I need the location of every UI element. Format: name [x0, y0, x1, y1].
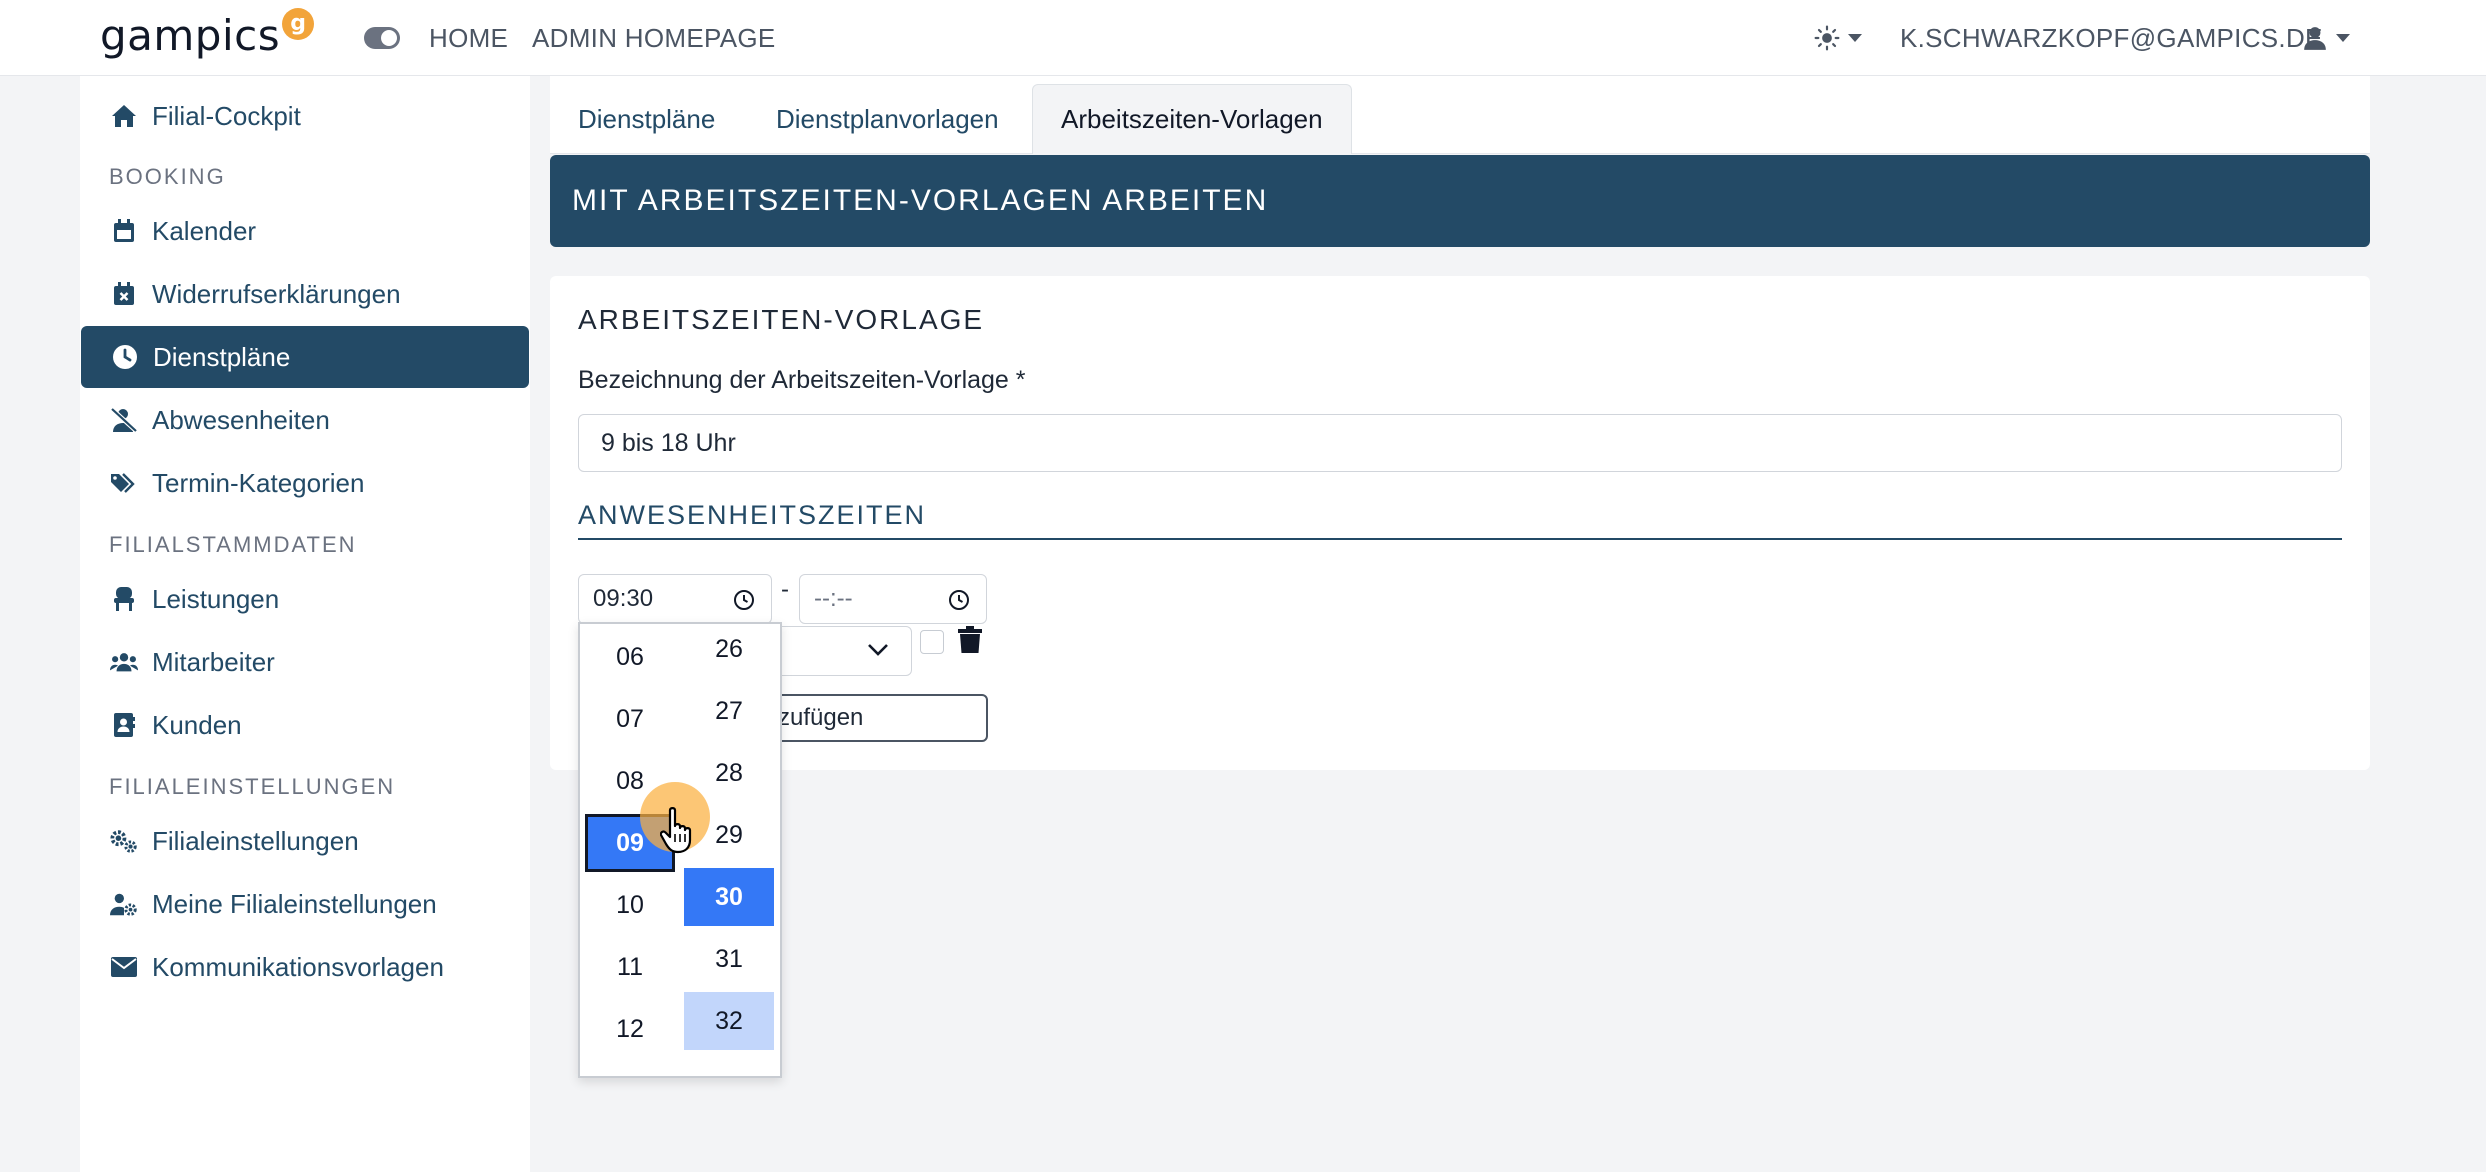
sidebar-item-label: Dienstpläne: [153, 341, 291, 372]
sidebar-item-mitarbeiter[interactable]: Mitarbeiter: [80, 631, 530, 693]
user-menu[interactable]: [2302, 22, 2350, 54]
page-title-banner: MIT ARBEITSZEITEN-VORLAGEN ARBEITEN: [550, 155, 2370, 247]
gears-icon: [110, 827, 138, 855]
hour-option[interactable]: 06: [585, 628, 675, 686]
sidebar-item-meine-filialeinstellungen[interactable]: Meine Filialeinstellungen: [80, 873, 530, 935]
tab-dienstplaene[interactable]: Dienstpläne: [550, 84, 743, 154]
section-title-anwesenheitszeiten: ANWESENHEITSZEITEN: [578, 500, 927, 530]
trash-icon[interactable]: [958, 626, 982, 654]
sidebar-item-filialeinstellungen[interactable]: Filialeinstellungen: [80, 810, 530, 872]
user-email[interactable]: K.SCHWARZKOPF@GAMPICS.DE: [1900, 20, 2323, 56]
sidebar-item-label: Kalender: [152, 215, 257, 246]
sun-icon: [1814, 25, 1840, 51]
tab-bar: Dienstpläne Dienstplanvorlagen Arbeitsze…: [550, 76, 2370, 154]
clock-icon: [111, 343, 139, 371]
sidebar-toggle[interactable]: [364, 27, 400, 49]
users-icon: [110, 648, 138, 676]
template-name-input[interactable]: [578, 414, 2342, 472]
sidebar-item-abwesenheiten[interactable]: Abwesenheiten: [80, 389, 530, 451]
contact-book-icon: [110, 711, 138, 739]
hour-option[interactable]: 11: [585, 938, 675, 996]
sidebar-item-filial-cockpit[interactable]: Filial-Cockpit: [80, 85, 530, 147]
sidebar-item-label: Termin-Kategorien: [152, 467, 365, 498]
sidebar-item-label: Widerrufserklärungen: [152, 278, 401, 309]
user-gear-icon: [110, 890, 138, 918]
section-divider: [578, 538, 2342, 540]
sidebar-item-label: Filial-Cockpit: [152, 100, 301, 131]
sidebar-heading-filialstammdaten: FILIALSTAMMDATEN: [109, 532, 357, 557]
row-checkbox[interactable]: [920, 630, 944, 654]
sidebar-item-label: Kunden: [152, 709, 242, 740]
sidebar-item-kunden[interactable]: Kunden: [80, 694, 530, 756]
caret-down-icon: [2336, 34, 2350, 42]
time-to-input[interactable]: --:--: [799, 574, 987, 624]
sidebar-item-widerrufserklaerungen[interactable]: Widerrufserklärungen: [80, 263, 530, 325]
template-form-card: ARBEITSZEITEN-VORLAGE Bezeichnung der Ar…: [550, 276, 2370, 770]
name-field-label: Bezeichnung der Arbeitszeiten-Vorlage *: [578, 366, 1026, 394]
chair-icon: [110, 585, 138, 613]
caret-down-icon: [1848, 34, 1862, 42]
sidebar-item-label: Meine Filialeinstellungen: [152, 888, 437, 919]
clock-icon[interactable]: [733, 589, 755, 611]
chevron-down-icon: [868, 644, 888, 656]
hand-pointer-icon: [660, 807, 692, 854]
tags-icon: [110, 469, 138, 497]
clock-icon[interactable]: [948, 589, 970, 611]
time-to-placeholder: --:--: [814, 585, 853, 612]
minute-option[interactable]: 27: [684, 682, 774, 740]
calendar-icon: [110, 217, 138, 245]
sidebar-item-kalender[interactable]: Kalender: [80, 200, 530, 262]
sidebar-item-label: Leistungen: [152, 583, 280, 614]
sidebar-item-termin-kategorien[interactable]: Termin-Kategorien: [80, 452, 530, 514]
hour-option[interactable]: 10: [585, 876, 675, 934]
minute-option-hovered[interactable]: 32: [684, 992, 774, 1050]
sidebar-item-leistungen[interactable]: Leistungen: [80, 568, 530, 630]
hour-option[interactable]: 12: [585, 1000, 675, 1058]
card-title: ARBEITSZEITEN-VORLAGE: [578, 304, 985, 335]
sidebar-item-kommunikationsvorlagen[interactable]: Kommunikationsvorlagen: [80, 936, 530, 998]
nav-home-link[interactable]: HOME: [429, 20, 508, 56]
sidebar-item-label: Kommunikationsvorlagen: [152, 951, 444, 982]
brand-name: gampics: [100, 11, 281, 60]
sidebar-item-label: Filialeinstellungen: [152, 825, 359, 856]
time-separator: -: [781, 576, 789, 603]
hour-option[interactable]: 07: [585, 690, 675, 748]
sidebar-item-label: Abwesenheiten: [152, 404, 330, 435]
time-from-input[interactable]: 09:30: [578, 574, 772, 624]
brand-badge: g: [282, 8, 315, 40]
user-icon: [2304, 27, 2326, 50]
envelope-icon: [110, 953, 138, 981]
calendar-x-icon: [110, 280, 138, 308]
brand-logo[interactable]: gampics g: [100, 6, 315, 66]
minute-option-selected[interactable]: 30: [684, 868, 774, 926]
sidebar-item-label: Mitarbeiter: [152, 646, 275, 677]
sidebar-heading-filialeinstellungen: FILIALEINSTELLUNGEN: [109, 774, 396, 799]
sidebar-item-dienstplaene[interactable]: Dienstpläne: [81, 326, 529, 388]
sidebar: Filial-Cockpit BOOKING Kalender Widerruf…: [80, 76, 530, 1172]
sidebar-heading-booking: BOOKING: [109, 164, 226, 189]
home-icon: [110, 102, 138, 130]
user-slash-icon: [110, 406, 138, 434]
tab-dienstplanvorlagen[interactable]: Dienstplanvorlagen: [748, 84, 1027, 154]
top-navbar: gampics g HOME ADMIN HOMEPAGE K.SCHWARZK…: [0, 0, 2486, 76]
nav-admin-homepage-link[interactable]: ADMIN HOMEPAGE: [532, 20, 776, 56]
theme-switcher[interactable]: [1814, 22, 1862, 54]
tab-arbeitszeiten-vorlagen[interactable]: Arbeitszeiten-Vorlagen: [1032, 84, 1352, 154]
time-from-value: 09:30: [593, 585, 654, 612]
add-time-button-label: zufügen: [778, 704, 864, 731]
minute-option[interactable]: 26: [684, 620, 774, 678]
minute-option[interactable]: 31: [684, 930, 774, 988]
